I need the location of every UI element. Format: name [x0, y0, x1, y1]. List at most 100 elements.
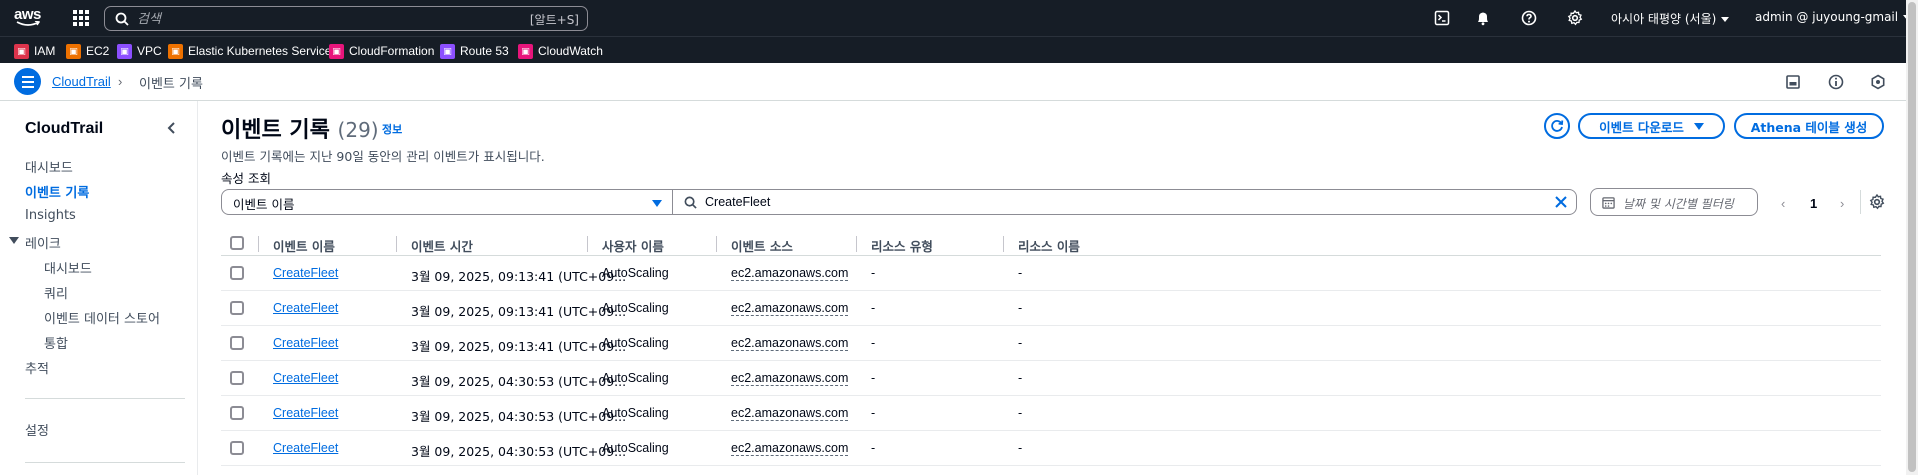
column-header-resource-name[interactable]: 리소스 이름	[1018, 236, 1080, 255]
close-icon[interactable]	[1554, 195, 1568, 209]
favorite-ec2[interactable]: ▣ EC2	[66, 43, 109, 59]
event-name-link[interactable]: CreateFleet	[273, 266, 338, 280]
account-menu[interactable]: admin @ juyoung-gmail	[1755, 10, 1912, 24]
column-divider[interactable]	[716, 236, 717, 252]
panel-icon[interactable]	[1785, 74, 1801, 90]
lookup-value-field[interactable]	[672, 189, 1577, 215]
lookup-attribute-select[interactable]: 이벤트 이름	[221, 189, 673, 215]
event-name-link[interactable]: CreateFleet	[273, 441, 338, 455]
row-checkbox[interactable]	[230, 406, 244, 420]
user-name: AutoScaling	[602, 301, 669, 315]
previous-page-icon[interactable]: ‹	[1781, 196, 1785, 211]
info-link[interactable]: 정보	[382, 121, 402, 137]
refresh-icon	[1551, 120, 1564, 132]
row-checkbox[interactable]	[230, 336, 244, 350]
sidebar-item-trails[interactable]: 추적	[25, 358, 49, 377]
column-header-event-time[interactable]: 이벤트 시간	[411, 236, 473, 255]
next-page-icon[interactable]: ›	[1840, 196, 1844, 211]
column-header-resource-type[interactable]: 리소스 유형	[871, 236, 933, 255]
favorite-cloudwatch[interactable]: ▣ CloudWatch	[518, 43, 603, 59]
gear-icon[interactable]	[1567, 10, 1583, 26]
event-source[interactable]: ec2.amazonaws.com	[731, 336, 849, 351]
event-source[interactable]: ec2.amazonaws.com	[731, 441, 849, 456]
table-row[interactable]: CreateFleet 3월 09, 2025, 04:30:53 (UTC+0…	[221, 431, 1881, 466]
global-search-input[interactable]	[137, 10, 497, 28]
lookup-value-input[interactable]	[705, 193, 1505, 211]
column-header-event-name[interactable]: 이벤트 이름	[273, 236, 335, 255]
row-checkbox[interactable]	[230, 266, 244, 280]
resource-name: -	[1018, 301, 1023, 315]
favorite-cloudformation[interactable]: ▣ CloudFormation	[329, 43, 434, 59]
select-all-checkbox[interactable]	[230, 236, 244, 250]
resource-type: -	[871, 441, 876, 455]
row-checkbox[interactable]	[230, 371, 244, 385]
hamburger-menu-icon[interactable]	[14, 68, 41, 95]
event-source[interactable]: ec2.amazonaws.com	[731, 406, 849, 421]
column-header-user-name[interactable]: 사용자 이름	[602, 236, 664, 255]
help-icon[interactable]	[1521, 10, 1537, 26]
breadcrumb-cloudtrail[interactable]: CloudTrail	[52, 74, 111, 89]
event-name-link[interactable]: CreateFleet	[273, 301, 338, 315]
expand-triangle-icon[interactable]	[9, 237, 19, 245]
event-name-link[interactable]: CreateFleet	[273, 371, 338, 385]
favorite-iam[interactable]: ▣ IAM	[14, 43, 55, 59]
favorite-eks[interactable]: ▣ Elastic Kubernetes Service	[168, 43, 331, 59]
table-row[interactable]: CreateFleet 3월 09, 2025, 04:30:53 (UTC+0…	[221, 396, 1881, 431]
event-source[interactable]: ec2.amazonaws.com	[731, 371, 849, 386]
refresh-button[interactable]	[1544, 113, 1570, 139]
event-name-link[interactable]: CreateFleet	[273, 336, 338, 350]
event-time: 3월 09, 2025, 04:30:53 (UTC+09...	[411, 374, 627, 389]
favorite-label: EC2	[86, 44, 110, 58]
event-time: 3월 09, 2025, 09:13:41 (UTC+09...	[411, 269, 627, 284]
sidebar-divider	[25, 398, 185, 399]
global-search[interactable]: [알트+S]	[104, 6, 588, 31]
table-preferences-icon[interactable]	[1869, 194, 1885, 210]
download-events-button[interactable]: 이벤트 다운로드	[1578, 113, 1725, 139]
caret-down-icon	[652, 200, 662, 207]
create-athena-table-button[interactable]: Athena 테이블 생성	[1734, 113, 1884, 139]
table-row[interactable]: CreateFleet 3월 09, 2025, 09:13:41 (UTC+0…	[221, 256, 1881, 291]
services-menu-icon[interactable]	[73, 10, 89, 26]
sidebar-item-event-data-stores[interactable]: 이벤트 데이터 스토어	[44, 308, 160, 327]
row-checkbox[interactable]	[230, 301, 244, 315]
account-label: admin @ juyoung-gmail	[1755, 10, 1899, 24]
aws-logo[interactable]: aws	[14, 6, 44, 30]
page-scrollbar[interactable]	[1906, 0, 1918, 475]
sidebar-item-dashboard[interactable]: 대시보드	[25, 157, 73, 176]
sidebar-title[interactable]: CloudTrail	[25, 120, 103, 138]
resource-type: -	[871, 266, 876, 280]
table-row[interactable]: CreateFleet 3월 09, 2025, 09:13:41 (UTC+0…	[221, 291, 1881, 326]
info-icon[interactable]	[1828, 74, 1844, 90]
event-source[interactable]: ec2.amazonaws.com	[731, 301, 849, 316]
favorite-route53[interactable]: ▣ Route 53	[440, 43, 509, 59]
table-header: 이벤트 이름 이벤트 시간 사용자 이름 이벤트 소스 리소스 유형 리소스 이…	[221, 230, 1881, 256]
sidebar-item-insights[interactable]: Insights	[25, 208, 76, 223]
sidebar-item-query[interactable]: 쿼리	[44, 283, 68, 302]
column-divider[interactable]	[587, 236, 588, 252]
bell-icon[interactable]	[1475, 10, 1491, 26]
breadcrumb-bar: CloudTrail › 이벤트 기록	[0, 63, 1918, 101]
page-number-button[interactable]: 1	[1810, 196, 1817, 211]
column-divider[interactable]	[396, 236, 397, 252]
sidebar-item-lake[interactable]: 레이크	[25, 233, 61, 252]
sidebar-item-integrations[interactable]: 통합	[44, 333, 68, 352]
region-selector[interactable]: 아시아 태평양 (서울)	[1611, 10, 1730, 27]
row-checkbox[interactable]	[230, 441, 244, 455]
table-row[interactable]: CreateFleet 3월 09, 2025, 09:13:41 (UTC+0…	[221, 326, 1881, 361]
date-range-filter[interactable]: 날짜 및 시간별 필터링	[1590, 188, 1758, 216]
column-header-event-source[interactable]: 이벤트 소스	[731, 236, 793, 255]
feedback-icon[interactable]	[1870, 74, 1886, 90]
event-source[interactable]: ec2.amazonaws.com	[731, 266, 849, 281]
favorite-vpc[interactable]: ▣ VPC	[117, 43, 162, 59]
event-name-link[interactable]: CreateFleet	[273, 406, 338, 420]
sidebar-item-event-history[interactable]: 이벤트 기록	[25, 182, 89, 201]
resource-type: -	[871, 406, 876, 420]
scrollbar-thumb[interactable]	[1908, 2, 1916, 472]
column-divider[interactable]	[1003, 236, 1004, 252]
sidebar-item-settings[interactable]: 설정	[25, 420, 49, 439]
column-divider[interactable]	[856, 236, 857, 252]
table-row[interactable]: CreateFleet 3월 09, 2025, 04:30:53 (UTC+0…	[221, 361, 1881, 396]
collapse-sidebar-icon[interactable]	[166, 121, 178, 135]
sidebar-item-lake-dashboard[interactable]: 대시보드	[44, 258, 92, 277]
cloudshell-icon[interactable]	[1434, 10, 1450, 26]
